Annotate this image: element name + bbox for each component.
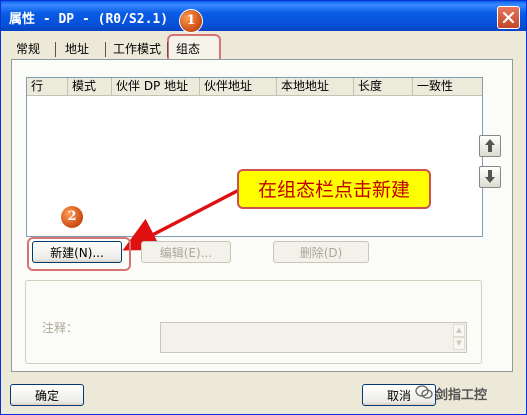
column-header-row[interactable]: 行 [27,78,68,95]
title-bar[interactable]: 属性 - DP - (R0/S2.1) [1,1,526,31]
column-header-local-address[interactable]: 本地地址 [277,78,354,95]
column-header-partner-address[interactable]: 伙伴地址 [200,78,277,95]
ok-button[interactable]: 确定 [10,384,84,406]
step-badge-2: 2 [61,206,83,228]
delete-button[interactable]: 删除(D) [273,241,369,263]
instruction-callout: 在组态栏点击新建 [237,169,431,209]
tab-general[interactable]: 常规 [9,39,47,59]
comment-label: 注释： [42,321,79,335]
column-header-mode[interactable]: 模式 [68,78,112,95]
properties-dialog: 属性 - DP - (R0/S2.1) 1 常规 地址 工作模式 组态 行 模式… [0,0,527,415]
close-button[interactable] [497,6,520,29]
close-icon [502,11,515,24]
callout-text: 在组态栏点击新建 [257,179,410,201]
wechat-icon [415,385,433,399]
tab-address[interactable]: 地址 [59,39,95,59]
tab-separator [55,42,56,57]
column-header-consistency[interactable]: 一致性 [413,78,482,95]
tab-configuration[interactable]: 组态 [170,39,206,59]
scroll-down-icon[interactable]: ▼ [453,337,465,350]
tab-separator [105,42,106,57]
column-header-length[interactable]: 长度 [354,78,413,95]
step-badge-1: 1 [180,10,202,32]
table-header: 行 模式 伙伴 DP 地址 伙伴地址 本地地址 长度 一致性 [27,78,482,96]
watermark: 剑指工控 [435,388,488,403]
new-button[interactable]: 新建(N)... [32,241,122,263]
scroll-up-icon[interactable]: ▲ [453,324,465,337]
column-header-partner-dp-address[interactable]: 伙伴 DP 地址 [112,78,200,95]
arrow-up-icon [485,139,495,152]
move-up-button[interactable] [479,135,501,157]
comment-group: 注释： ▲ ▼ [25,280,482,364]
arrow-down-icon [485,170,495,183]
comment-scrollbar[interactable]: ▲ ▼ [453,324,465,351]
move-down-button[interactable] [479,166,501,188]
configuration-table[interactable]: 行 模式 伙伴 DP 地址 伙伴地址 本地地址 长度 一致性 [26,77,483,237]
tab-separator [167,42,168,57]
window-title: 属性 - DP - (R0/S2.1) [9,12,169,27]
tab-operating-mode[interactable]: 工作模式 [109,39,165,59]
edit-button[interactable]: 编辑(E)... [141,241,231,263]
comment-field[interactable]: ▲ ▼ [160,322,467,353]
